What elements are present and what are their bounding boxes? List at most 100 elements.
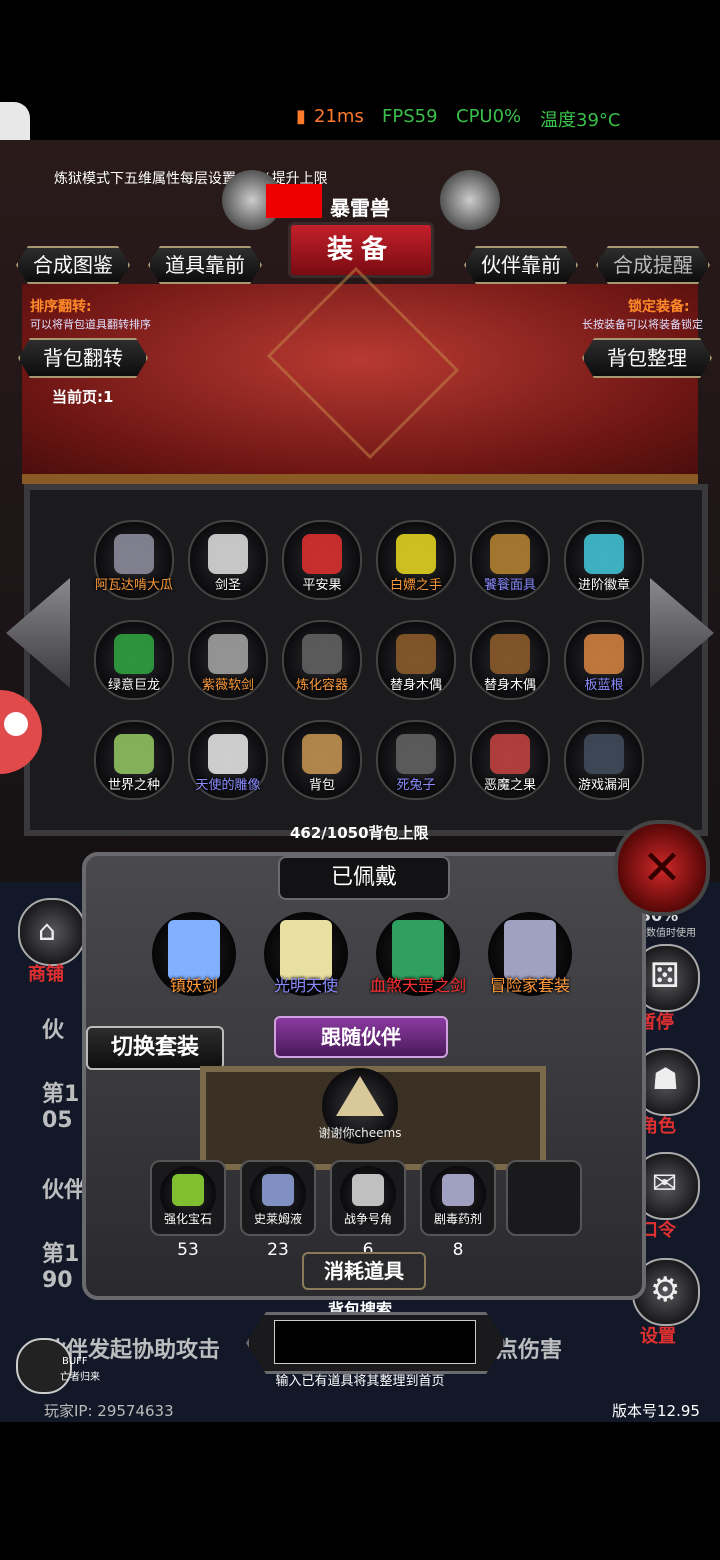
item-icon <box>584 634 624 674</box>
inventory-slot[interactable]: 绿意巨龙 <box>94 620 174 700</box>
consumable-label: 强化宝石 <box>163 1212 212 1226</box>
consumable-label: 剧毒药剂 <box>433 1212 482 1226</box>
item-icon <box>396 534 436 574</box>
sort-flip-desc: 可以将背包道具翻转排序 <box>30 318 151 331</box>
inventory-slot[interactable]: 进阶徽章 <box>564 520 644 600</box>
item-icon <box>490 734 530 774</box>
search-input[interactable] <box>274 1320 476 1364</box>
inventory-slot[interactable]: 背包 <box>282 720 362 800</box>
search-hint: 输入已有道具将其整理到首页 <box>275 1374 445 1389</box>
consumable-icon <box>442 1174 474 1206</box>
equipment-label: 光明天使 <box>273 976 338 995</box>
inventory-slot[interactable]: 死兔子 <box>376 720 456 800</box>
signal-icon: ▮ <box>296 106 306 127</box>
close-button[interactable]: ✕ <box>614 820 710 916</box>
consumable-slot[interactable]: 战争号角 6 <box>330 1160 406 1260</box>
dice-icon: ⚄ <box>650 956 680 996</box>
inventory-slot[interactable]: 阿瓦达啃大瓜 <box>94 520 174 600</box>
equipped-slot[interactable]: 冒险家套装 <box>488 912 572 996</box>
bg-line3: 第1 <box>42 1242 80 1267</box>
shop-button[interactable]: ⌂ <box>18 898 86 966</box>
item-icon <box>208 634 248 674</box>
equipment-label: 血煞天罡之剑 <box>369 976 466 995</box>
sort-flip-title: 排序翻转: <box>30 299 92 315</box>
item-icon <box>396 634 436 674</box>
shop-label: 商铺 <box>28 964 64 985</box>
switch-set-button[interactable]: 切换套装 <box>86 1026 224 1070</box>
equipment-label: 冒险家套装 <box>489 976 570 995</box>
cpu-text: CPU0% <box>456 106 522 127</box>
item-icon <box>208 734 248 774</box>
inventory-flip-button[interactable]: 背包翻转 <box>18 338 148 378</box>
bg-line1: 第1 <box>42 1082 80 1107</box>
player-ip: 玩家IP: 29574633 <box>44 1402 174 1420</box>
inventory-slot[interactable]: 天使的雕像 <box>188 720 268 800</box>
consumable-icon <box>352 1174 384 1206</box>
item-icon <box>490 634 530 674</box>
equipment-icon <box>280 920 332 980</box>
empty-consumable-slot[interactable] <box>506 1160 582 1236</box>
item-icon <box>396 734 436 774</box>
inventory-slot[interactable]: 世界之种 <box>94 720 174 800</box>
consumable-quantity: 53 <box>177 1240 199 1260</box>
buff-sub: 亡者归来 <box>60 1372 100 1383</box>
item-icon <box>302 534 342 574</box>
consumable-label: 史莱姆液 <box>253 1212 302 1226</box>
equipment-icon <box>168 920 220 980</box>
inventory-arrange-button[interactable]: 背包整理 <box>582 338 712 378</box>
inventory-slot[interactable]: 紫薇软剑 <box>188 620 268 700</box>
inventory-slot[interactable]: 恶魔之果 <box>470 720 550 800</box>
bg-line2: 05 <box>42 1108 73 1133</box>
version-number: 版本号12.95 <box>612 1402 700 1420</box>
settings-label: 设置 <box>640 1326 676 1347</box>
screen-title: 装备 <box>288 222 434 278</box>
inventory-slot[interactable]: 剑圣 <box>188 520 268 600</box>
inventory-slot[interactable]: 游戏漏洞 <box>564 720 644 800</box>
inventory-slot[interactable]: 平安果 <box>282 520 362 600</box>
inventory-slot[interactable]: 白嫖之手 <box>376 520 456 600</box>
temperature-text: 温度39°C <box>540 110 621 131</box>
tab-items-first[interactable]: 道具靠前 <box>148 246 262 284</box>
equipped-slot[interactable]: 镇妖剑 <box>152 912 236 996</box>
equipped-slot[interactable]: 血煞天罡之剑 <box>370 912 466 996</box>
item-icon <box>114 634 154 674</box>
companion-portrait <box>336 1076 384 1116</box>
inventory-slot[interactable]: 板蓝根 <box>564 620 644 700</box>
consumable-slot[interactable]: 强化宝石 53 <box>150 1160 226 1260</box>
buff-title: BUFF <box>62 1356 88 1367</box>
inventory-slot[interactable]: 炼化容器 <box>282 620 362 700</box>
equipment-label: 镇妖剑 <box>169 976 218 995</box>
avatar-icon <box>4 712 28 736</box>
tab-synthesis-reminder[interactable]: 合成提醒 <box>596 246 710 284</box>
item-label: 游戏漏洞 <box>577 778 630 793</box>
item-icon <box>490 534 530 574</box>
gear-icon: ⚙ <box>650 1270 681 1310</box>
inventory-slot[interactable]: 饕餮面具 <box>470 520 550 600</box>
equipment-icon <box>504 920 556 980</box>
bg-companion-text: 伙 <box>42 1018 65 1043</box>
fps-text: FPS59 <box>382 106 438 127</box>
inventory-slot[interactable]: 替身木偶 <box>470 620 550 700</box>
consumable-slot[interactable]: 剧毒药剂 8 <box>420 1160 496 1260</box>
equipped-slot[interactable]: 光明天使 <box>264 912 348 996</box>
item-icon <box>114 734 154 774</box>
consumable-slot[interactable]: 史莱姆液 23 <box>240 1160 316 1260</box>
item-label: 进阶徽章 <box>577 578 630 593</box>
consumable-label: 战争号角 <box>343 1212 392 1226</box>
bg-line4: 90 <box>42 1268 73 1293</box>
status-bar: ▮ 21ms FPS59 CPU0% 温度39°C <box>0 100 720 134</box>
current-page: 当前页:1 <box>52 388 114 406</box>
hooded-figure-icon: ☗ <box>652 1062 679 1097</box>
inventory-slot[interactable]: 替身木偶 <box>376 620 456 700</box>
tab-companions-first[interactable]: 伙伴靠前 <box>464 246 578 284</box>
tab-synthesis-atlas[interactable]: 合成图鉴 <box>16 246 130 284</box>
consumable-quantity: 8 <box>452 1240 464 1260</box>
item-icon <box>302 634 342 674</box>
item-icon <box>584 534 624 574</box>
item-icon <box>302 734 342 774</box>
item-icon <box>208 534 248 574</box>
close-icon: ✕ <box>641 840 683 896</box>
follow-companion-button[interactable]: 跟随伙伴 <box>274 1016 448 1058</box>
bg-assist-right: 点伤害 <box>496 1338 563 1363</box>
lock-equip-title: 锁定装备: <box>628 299 690 315</box>
